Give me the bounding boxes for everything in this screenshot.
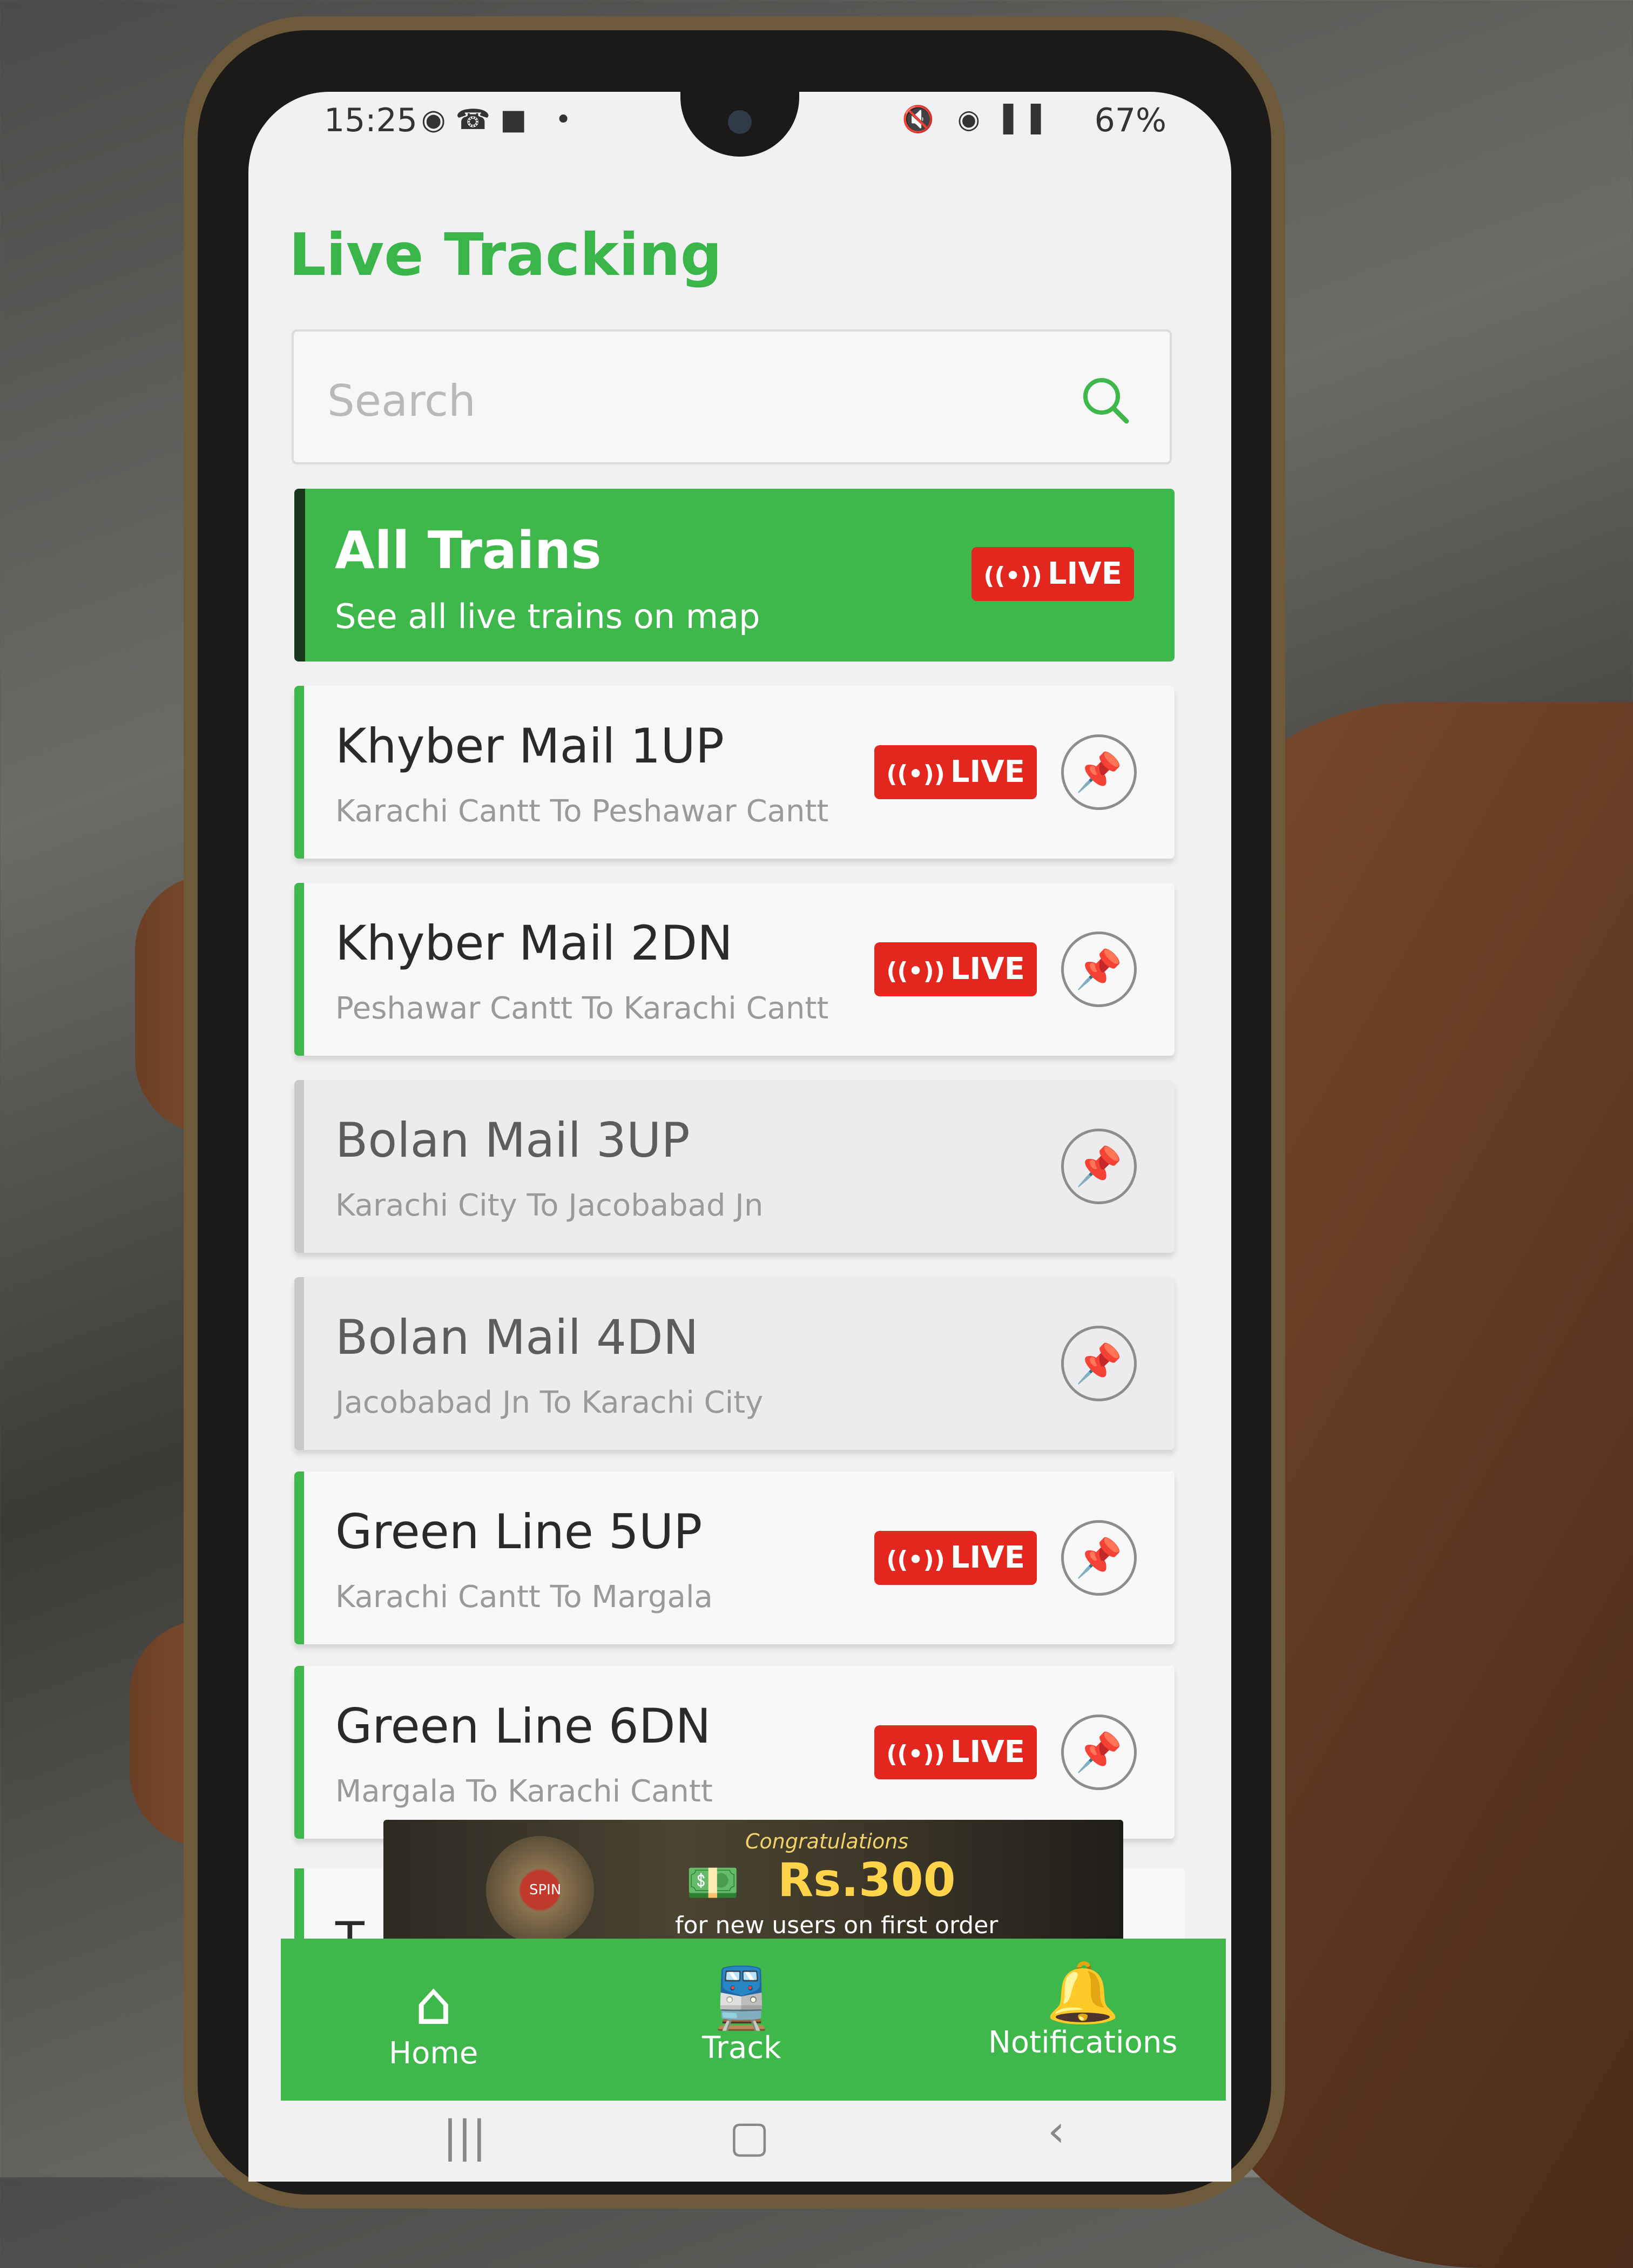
nav-label: Notifications <box>988 2025 1178 2060</box>
bell-icon: 🔔 <box>1045 1958 1120 2027</box>
all-trains-title: All Trains <box>335 521 602 580</box>
camera-icon <box>728 110 752 134</box>
home-button[interactable]: ▢ <box>729 2111 770 2162</box>
spin-label: SPIN <box>529 1882 562 1898</box>
pin-icon: 📌 <box>1075 1144 1123 1189</box>
broadcast-icon: ((•)) <box>886 760 945 788</box>
train-route: Karachi City To Jacobabad Jn <box>335 1188 764 1223</box>
broadcast-icon: ((•)) <box>886 957 945 985</box>
phone-screen: 15:25 ◉☎■ • 🔇 ◉ ▌▌ 67% Live Tracking Sea… <box>248 92 1231 2182</box>
status-time: 15:25 <box>324 102 417 139</box>
status-signal-icons: 🔇 ◉ ▌▌ <box>902 104 1058 134</box>
train-card[interactable]: Bolan Mail 4DN Jacobabad Jn To Karachi C… <box>294 1277 1175 1450</box>
train-card[interactable]: Bolan Mail 3UP Karachi City To Jacobabad… <box>294 1080 1175 1253</box>
train-route: Margala To Karachi Cantt <box>335 1774 713 1809</box>
train-name: Bolan Mail 4DN <box>335 1310 699 1365</box>
recents-button[interactable]: ||| <box>443 2111 487 2162</box>
live-badge: ((•)) LIVE <box>971 547 1134 601</box>
pin-icon: 📌 <box>1075 947 1123 991</box>
pin-icon: 📌 <box>1075 1341 1123 1386</box>
nav-home[interactable]: ⌂ Home <box>389 1971 478 2071</box>
cash-icon: 💵 <box>686 1858 740 1908</box>
search-icon[interactable] <box>1078 373 1132 427</box>
train-name: Khyber Mail 2DN <box>335 915 733 971</box>
home-icon: ⌂ <box>414 1969 453 2038</box>
train-route: Karachi Cantt To Margala <box>335 1580 713 1615</box>
pin-button[interactable]: 📌 <box>1061 1714 1137 1790</box>
promo-amount: Rs.300 <box>778 1853 956 1907</box>
train-route: Peshawar Cantt To Karachi Cantt <box>335 991 829 1026</box>
train-card[interactable]: Green Line 6DN Margala To Karachi Cantt … <box>294 1666 1175 1839</box>
status-notification-icons: ◉☎■ • <box>421 104 582 136</box>
promo-note: for new users on first order <box>675 1912 998 1939</box>
train-name: Bolan Mail 3UP <box>335 1112 690 1168</box>
train-route: Karachi Cantt To Peshawar Cantt <box>335 794 829 829</box>
promo-congratulations: Congratulations <box>745 1830 909 1853</box>
nav-notifications[interactable]: 🔔 Notifications <box>988 1960 1178 2060</box>
pin-button[interactable]: 📌 <box>1061 1326 1137 1401</box>
broadcast-icon: ((•)) <box>886 1546 945 1574</box>
train-name: Khyber Mail 1UP <box>335 718 724 774</box>
pin-icon: 📌 <box>1075 1730 1123 1774</box>
nav-label: Home <box>389 2036 478 2071</box>
train-icon: 🚆 <box>704 1963 779 2033</box>
search-input[interactable]: Search <box>292 329 1172 464</box>
broadcast-icon: ((•)) <box>886 1740 945 1768</box>
search-placeholder: Search <box>327 376 476 426</box>
all-trains-subtitle: See all live trains on map <box>335 597 760 636</box>
bottom-navigation: ⌂ Home 🚆 Track 🔔 Notifications <box>281 1939 1226 2101</box>
pin-button[interactable]: 📌 <box>1061 1520 1137 1596</box>
pin-icon: 📌 <box>1075 1536 1123 1580</box>
live-badge: ((•)) LIVE <box>874 942 1037 996</box>
page-title: Live Tracking <box>289 221 723 289</box>
train-card[interactable]: Khyber Mail 1UP Karachi Cantt To Peshawa… <box>294 686 1175 859</box>
all-trains-card[interactable]: All Trains See all live trains on map ((… <box>294 489 1175 662</box>
nav-track[interactable]: 🚆 Track <box>702 1966 781 2066</box>
pin-icon: 📌 <box>1075 750 1123 794</box>
train-route: Jacobabad Jn To Karachi City <box>335 1385 764 1420</box>
live-badge: ((•)) LIVE <box>874 1725 1037 1779</box>
live-badge: ((•)) LIVE <box>874 745 1037 799</box>
train-name: Green Line 6DN <box>335 1698 711 1754</box>
pin-button[interactable]: 📌 <box>1061 1129 1137 1204</box>
pin-button[interactable]: 📌 <box>1061 932 1137 1007</box>
broadcast-icon: ((•)) <box>983 562 1042 590</box>
system-navigation-bar: ||| ▢ ‹ <box>281 2101 1226 2182</box>
nav-label: Track <box>702 2030 781 2066</box>
promo-banner[interactable]: SPIN 💵 Congratulations Rs.300 for new us… <box>383 1820 1123 1949</box>
battery-percentage: 67% <box>1094 102 1166 139</box>
train-card[interactable]: Khyber Mail 2DN Peshawar Cantt To Karach… <box>294 883 1175 1056</box>
live-badge: ((•)) LIVE <box>874 1531 1037 1585</box>
pin-button[interactable]: 📌 <box>1061 734 1137 810</box>
train-card[interactable]: Green Line 5UP Karachi Cantt To Margala … <box>294 1472 1175 1644</box>
back-button[interactable]: ‹ <box>1048 2106 1065 2156</box>
train-name: Green Line 5UP <box>335 1504 703 1560</box>
